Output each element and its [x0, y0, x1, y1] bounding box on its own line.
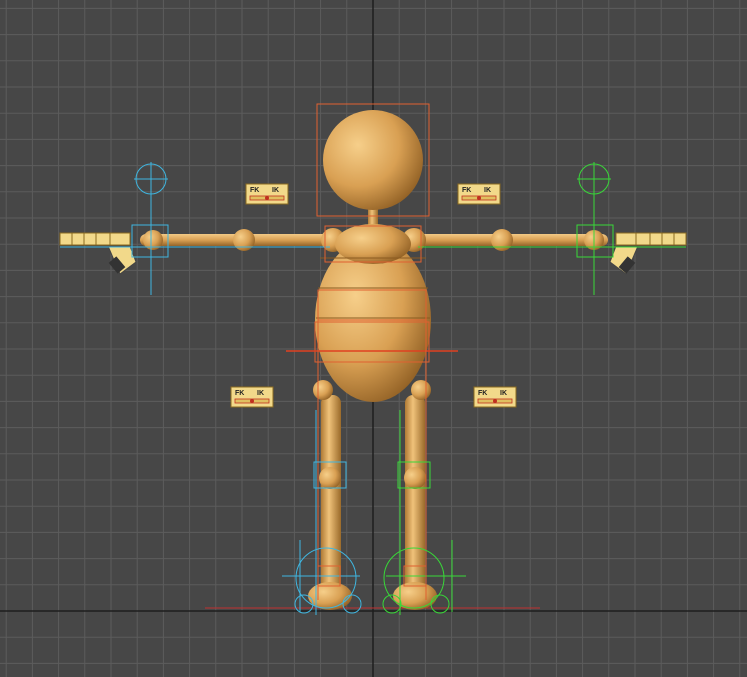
fkik-switch-leg-right[interactable]: FK IK — [230, 386, 274, 408]
fkik-switch-arm-right[interactable]: FK IK — [245, 183, 289, 205]
arm-right-rig[interactable] — [60, 162, 330, 295]
scene-canvas[interactable]: FK IK FK IK FK IK FK IK — [0, 0, 747, 677]
arm-left[interactable] — [402, 228, 687, 275]
fk-label: FK — [250, 187, 259, 194]
ik-label: IK — [484, 187, 491, 194]
head[interactable] — [323, 110, 423, 210]
viewport-front[interactable]: FK IK FK IK FK IK FK IK — [0, 0, 747, 677]
ik-label: IK — [257, 390, 264, 397]
ik-label: IK — [272, 187, 279, 194]
ik-label: IK — [500, 390, 507, 397]
fk-label: FK — [478, 390, 487, 397]
arm-left-rig[interactable] — [418, 162, 686, 295]
fkik-switch-leg-left[interactable]: FK IK — [473, 386, 517, 408]
fk-label: FK — [235, 390, 244, 397]
arm-right[interactable] — [59, 228, 345, 275]
fk-label: FK — [462, 187, 471, 194]
fkik-switch-arm-left[interactable]: FK IK — [457, 183, 501, 205]
